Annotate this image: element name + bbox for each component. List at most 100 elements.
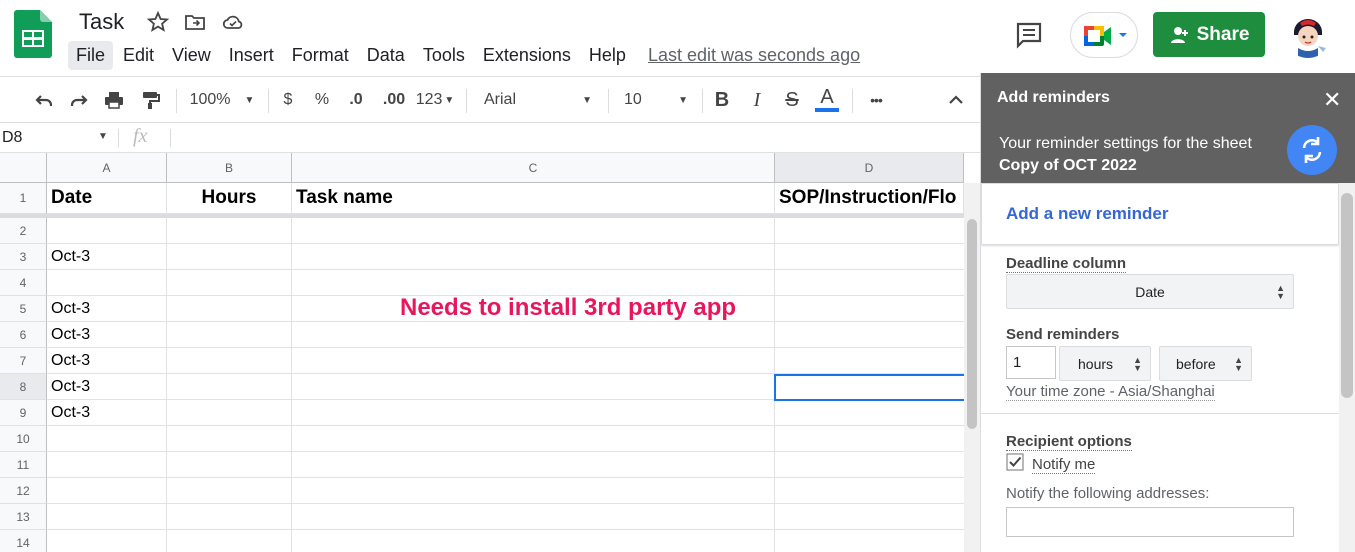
- zoom-value: 100%: [189, 91, 231, 108]
- row-header[interactable]: 1: [0, 183, 47, 214]
- column-header-b[interactable]: B: [167, 153, 292, 183]
- zoom-select[interactable]: 100% ▼: [184, 77, 260, 123]
- select-all-corner[interactable]: [0, 153, 47, 183]
- number-format-select[interactable]: 123 ▼: [412, 77, 458, 123]
- reminder-unit-value: hours: [1078, 355, 1114, 372]
- header-cell-hours[interactable]: Hours: [167, 183, 292, 214]
- row-header[interactable]: 14: [0, 530, 47, 552]
- row-header[interactable]: 2: [0, 218, 47, 244]
- panel-header: Add reminders ✕ Your reminder settings f…: [981, 73, 1355, 183]
- comment-history-icon[interactable]: [1012, 18, 1046, 52]
- decrease-decimal-button[interactable]: .0: [342, 77, 370, 123]
- font-size-value: 10: [624, 91, 642, 108]
- collapse-toolbar-icon[interactable]: [942, 77, 970, 123]
- refresh-button[interactable]: [1287, 125, 1337, 175]
- grid-scroll-thumb[interactable]: [967, 219, 977, 429]
- last-edit-link[interactable]: Last edit was seconds ago: [648, 45, 860, 66]
- meet-button[interactable]: [1070, 12, 1138, 58]
- date-cell[interactable]: Oct-3: [47, 322, 167, 348]
- notify-me-checkbox[interactable]: [1006, 453, 1024, 471]
- more-icon[interactable]: •••: [860, 77, 892, 123]
- date-cell[interactable]: Oct-3: [47, 296, 167, 322]
- date-cell[interactable]: [47, 504, 167, 530]
- menu-extensions[interactable]: Extensions: [475, 41, 579, 70]
- row-header[interactable]: 10: [0, 426, 47, 452]
- row-header[interactable]: 5: [0, 296, 47, 322]
- avatar[interactable]: [1284, 10, 1332, 58]
- panel-scroll-thumb[interactable]: [1341, 193, 1353, 398]
- font-size-select[interactable]: 10 ▼: [618, 77, 694, 123]
- document-title[interactable]: Task: [79, 9, 124, 35]
- deadline-column-select[interactable]: Date ▲ ▼: [1006, 274, 1294, 309]
- date-cell[interactable]: [47, 270, 167, 296]
- font-name: Arial: [484, 91, 517, 108]
- increase-decimal-button[interactable]: .00: [378, 77, 410, 123]
- notify-addresses-label: Notify the following addresses:: [1006, 485, 1210, 502]
- menu-help[interactable]: Help: [581, 41, 634, 70]
- date-cell[interactable]: [47, 218, 167, 244]
- share-button[interactable]: Share: [1153, 12, 1265, 57]
- row-header[interactable]: 13: [0, 504, 47, 530]
- menu-file[interactable]: File: [68, 40, 114, 70]
- date-cell[interactable]: Oct-3: [47, 348, 167, 374]
- up-down-arrow-icon: ▲ ▼: [1234, 354, 1243, 373]
- font-select[interactable]: Arial ▼: [476, 77, 600, 123]
- menu-edit[interactable]: Edit: [115, 41, 162, 70]
- undo-icon[interactable]: [30, 77, 58, 123]
- italic-button[interactable]: I: [743, 77, 771, 123]
- cloud-saved-icon[interactable]: [221, 10, 245, 34]
- row-header[interactable]: 9: [0, 400, 47, 426]
- date-cell[interactable]: Oct-3: [47, 374, 167, 400]
- notify-addresses-input[interactable]: [1006, 507, 1294, 537]
- row-header[interactable]: 8: [0, 374, 47, 400]
- date-cell[interactable]: [47, 530, 167, 552]
- menu-view[interactable]: View: [164, 41, 219, 70]
- currency-button[interactable]: $: [276, 77, 300, 123]
- up-down-arrow-icon: ▲ ▼: [1276, 282, 1285, 301]
- row-header[interactable]: 11: [0, 452, 47, 478]
- reminder-when-select[interactable]: before ▲ ▼: [1159, 346, 1252, 381]
- date-cell[interactable]: Oct-3: [47, 244, 167, 270]
- date-cell[interactable]: [47, 452, 167, 478]
- move-folder-icon[interactable]: [183, 10, 207, 34]
- row-header[interactable]: 6: [0, 322, 47, 348]
- row-header[interactable]: 3: [0, 244, 47, 270]
- row-header[interactable]: 4: [0, 270, 47, 296]
- header-cell-sop[interactable]: SOP/Instruction/Flo: [775, 183, 964, 214]
- redo-icon[interactable]: [65, 77, 93, 123]
- percent-button[interactable]: %: [310, 77, 334, 123]
- grid-vertical-scrollbar[interactable]: [964, 183, 980, 552]
- text-color-button[interactable]: A: [813, 77, 841, 123]
- bold-button[interactable]: B: [708, 77, 736, 123]
- star-icon[interactable]: [146, 10, 170, 34]
- chevron-down-icon: ▼: [98, 131, 108, 142]
- date-cell[interactable]: Oct-3: [47, 400, 167, 426]
- column-header-d[interactable]: D: [775, 153, 964, 183]
- date-cell[interactable]: [47, 478, 167, 504]
- menu-format[interactable]: Format: [284, 41, 357, 70]
- print-icon[interactable]: [100, 77, 128, 123]
- add-new-reminder-link[interactable]: Add a new reminder: [981, 183, 1339, 245]
- row-header[interactable]: 12: [0, 478, 47, 504]
- column-header-a[interactable]: A: [47, 153, 167, 183]
- strikethrough-button[interactable]: S: [778, 77, 806, 123]
- panel-vertical-scrollbar[interactable]: [1339, 183, 1355, 552]
- chevron-down-icon: ▼: [678, 94, 688, 106]
- selected-cell-d8[interactable]: [774, 374, 966, 401]
- name-box[interactable]: D8 ▼: [0, 123, 116, 153]
- header-cell-task-name[interactable]: Task name: [292, 183, 775, 214]
- paint-format-icon[interactable]: [136, 77, 164, 123]
- row-header[interactable]: 7: [0, 348, 47, 374]
- menu-data[interactable]: Data: [359, 41, 413, 70]
- reminder-unit-select[interactable]: hours ▲ ▼: [1059, 346, 1151, 381]
- notify-me-label[interactable]: Notify me: [1032, 456, 1096, 474]
- column-header-c[interactable]: C: [292, 153, 775, 183]
- menu-insert[interactable]: Insert: [221, 41, 282, 70]
- close-icon[interactable]: ✕: [1323, 87, 1341, 113]
- formula-input[interactable]: [180, 123, 960, 153]
- menu-tools[interactable]: Tools: [415, 41, 473, 70]
- reminder-amount-input[interactable]: 1: [1006, 346, 1056, 379]
- sheets-logo-icon[interactable]: [14, 10, 52, 58]
- header-cell-date[interactable]: Date: [47, 183, 167, 214]
- date-cell[interactable]: [47, 426, 167, 452]
